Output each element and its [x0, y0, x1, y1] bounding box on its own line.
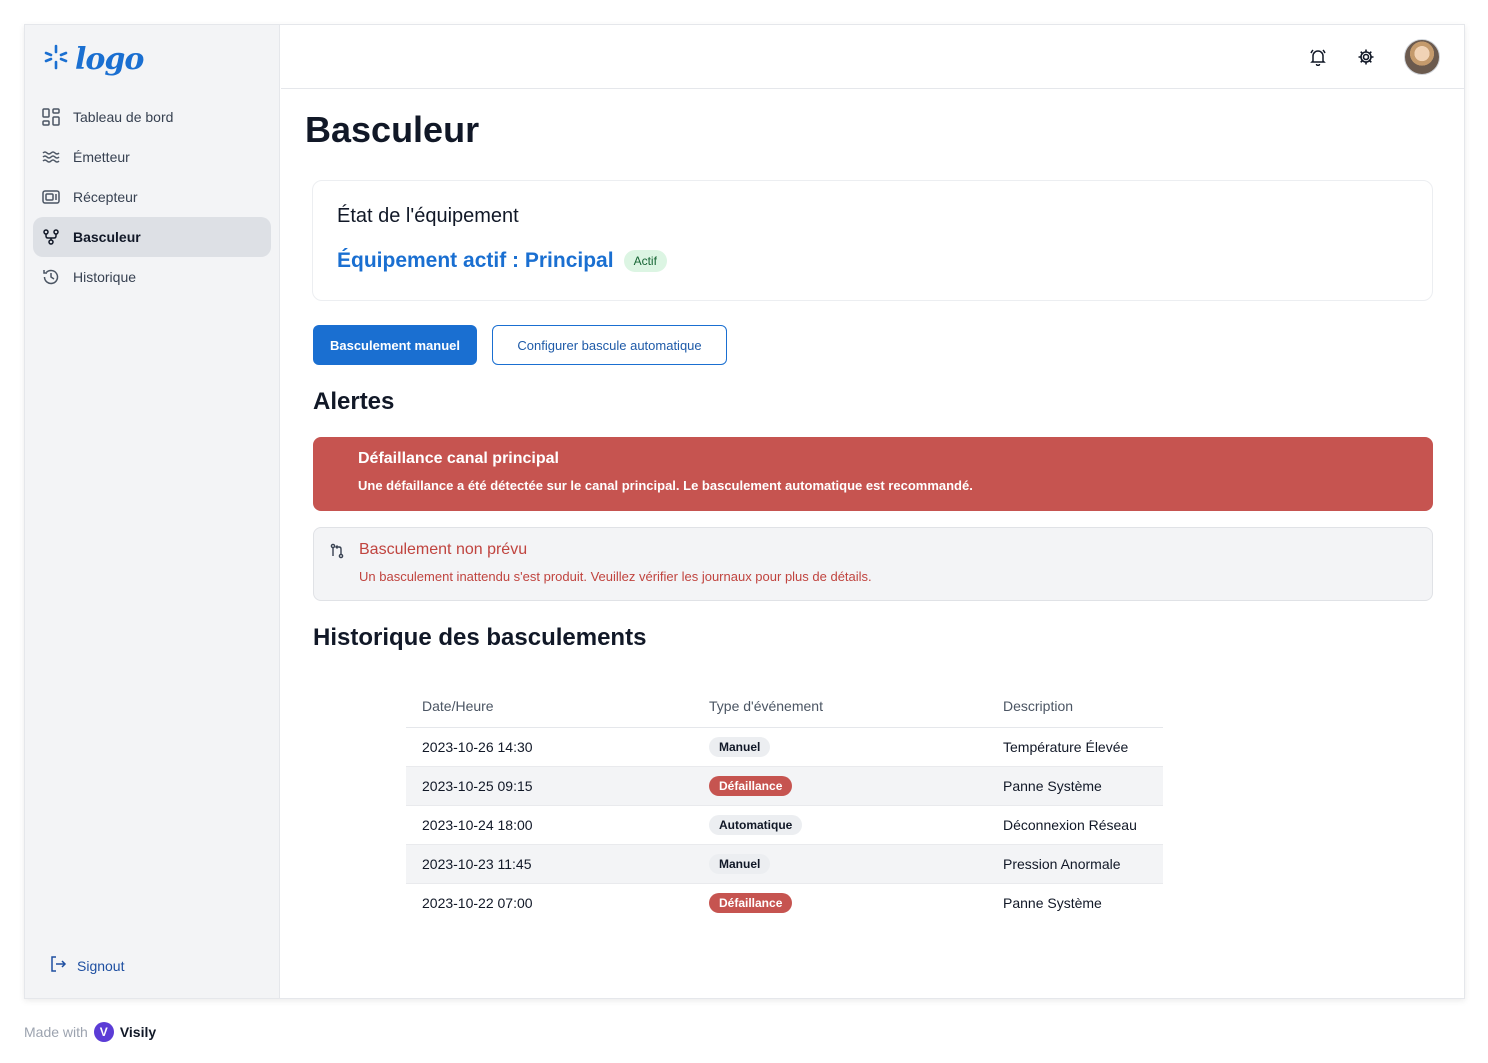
column-header[interactable]: Type d'événement — [693, 685, 987, 728]
manual-switch-button[interactable]: Basculement manuel — [313, 325, 477, 365]
event-type-badge: Défaillance — [709, 892, 793, 913]
alert-danger: Défaillance canal principal Une défailla… — [313, 437, 1433, 511]
cell-date: 2023-10-23 11:45 — [406, 844, 693, 884]
git-compare-icon — [329, 543, 347, 561]
sidebar-item-label: Récepteur — [73, 189, 138, 205]
logo-asterisk-icon — [43, 44, 69, 75]
column-header[interactable]: Description — [987, 685, 1163, 728]
main-content: Basculeur État de l'équipement Équipemen… — [281, 25, 1464, 998]
logo[interactable]: logo — [43, 39, 144, 79]
waves-icon — [41, 147, 61, 167]
card-title: État de l'équipement — [337, 205, 519, 227]
sidebar-item-basculeur[interactable]: Basculeur — [33, 217, 271, 257]
sidebar-item-historique[interactable]: Historique — [33, 257, 271, 297]
sidebar: logo Tableau de bord Émetteur Récepteur — [25, 25, 280, 998]
topbar — [281, 25, 1464, 89]
receiver-icon — [41, 187, 61, 207]
cell-type: Défaillance — [693, 883, 987, 922]
cell-date: 2023-10-24 18:00 — [406, 805, 693, 845]
cell-description: Panne Système — [1003, 894, 1102, 911]
event-type-badge: Automatique — [709, 814, 803, 835]
active-equipment: Équipement actif : Principal Actif — [337, 249, 667, 273]
app-window: logo Tableau de bord Émetteur Récepteur — [24, 24, 1465, 999]
signout-label: Signout — [77, 957, 125, 974]
visily-brand: Visily — [119, 1024, 157, 1040]
cell-type: Automatique — [693, 805, 987, 845]
equipment-status-card: État de l'équipement Équipement actif : … — [312, 180, 1433, 301]
sidebar-item-label: Historique — [73, 269, 137, 285]
made-with-label: Made with — [24, 1024, 88, 1040]
sidebar-nav: Tableau de bord Émetteur Récepteur Bascu… — [33, 97, 271, 297]
sidebar-item-recepteur[interactable]: Récepteur — [33, 177, 271, 217]
git-branch-icon — [41, 227, 61, 247]
sidebar-item-label: Basculeur — [73, 229, 141, 245]
configure-auto-switch-button[interactable]: Configurer bascule automatique — [492, 325, 727, 365]
alert-title: Basculement non prévu — [359, 541, 528, 558]
alert-message: Une défaillance a été détectée sur le ca… — [358, 478, 973, 493]
cell-description: Panne Système — [987, 766, 1163, 806]
bell-icon[interactable] — [1308, 47, 1328, 67]
sidebar-item-label: Tableau de bord — [73, 109, 174, 125]
table-row[interactable]: 2023-10-22 07:00 Défaillance Panne Systè… — [406, 883, 1163, 922]
visily-logo-icon: V — [93, 1022, 114, 1042]
table-row[interactable]: 2023-10-26 14:30 Manuel Température Élev… — [406, 727, 1163, 767]
status-badge: Actif — [623, 250, 667, 272]
cell-description: Température Élevée — [987, 727, 1163, 767]
column-header[interactable]: Date/Heure — [406, 685, 693, 728]
sidebar-item-tableau-de-bord[interactable]: Tableau de bord — [33, 97, 271, 137]
page-title: Basculeur — [305, 109, 480, 150]
made-with-footer[interactable]: Made with V Visily — [24, 1022, 156, 1042]
cell-description: Déconnexion Réseau — [987, 805, 1163, 845]
event-type-badge: Défaillance — [709, 775, 793, 796]
cell-type: Manuel — [693, 727, 987, 767]
logo-text: logo — [75, 41, 144, 77]
dashboard-grid-icon — [41, 107, 61, 127]
alert-message: Un basculement inattendu s'est produit. … — [359, 569, 872, 584]
cell-date: 2023-10-26 14:30 — [406, 727, 693, 767]
history-table: Date/Heure Type d'événement Description … — [406, 685, 1163, 922]
table-row[interactable]: 2023-10-24 18:00 Automatique Déconnexion… — [406, 805, 1163, 845]
cell-type: Manuel — [693, 844, 987, 884]
logout-icon — [49, 955, 67, 976]
active-equipment-text: Équipement actif : Principal — [337, 249, 614, 272]
signout-button[interactable]: Signout — [49, 955, 124, 976]
history-heading: Historique des basculements — [313, 624, 647, 651]
table-row[interactable]: 2023-10-23 11:45 Manuel Pression Anormal… — [406, 844, 1163, 884]
sidebar-item-emetteur[interactable]: Émetteur — [33, 137, 271, 177]
alert-title: Défaillance canal principal — [358, 450, 559, 467]
history-icon — [41, 267, 61, 287]
event-type-badge: Manuel — [709, 853, 771, 874]
alerts-heading: Alertes — [313, 388, 395, 415]
avatar[interactable] — [1404, 38, 1440, 75]
gear-icon[interactable] — [1356, 47, 1376, 67]
cell-date: 2023-10-25 09:15 — [406, 766, 693, 806]
table-header-row: Date/Heure Type d'événement Description — [406, 685, 1163, 728]
alert-warning: Basculement non prévu Un basculement ina… — [313, 527, 1433, 601]
cell-type: Défaillance — [693, 766, 987, 806]
sidebar-item-label: Émetteur — [73, 149, 130, 165]
event-type-badge: Manuel — [709, 736, 771, 757]
cell-description: Pression Anormale — [987, 844, 1163, 884]
table-row[interactable]: 2023-10-25 09:15 Défaillance Panne Systè… — [406, 766, 1163, 806]
cell-date: 2023-10-22 07:00 — [422, 894, 533, 911]
